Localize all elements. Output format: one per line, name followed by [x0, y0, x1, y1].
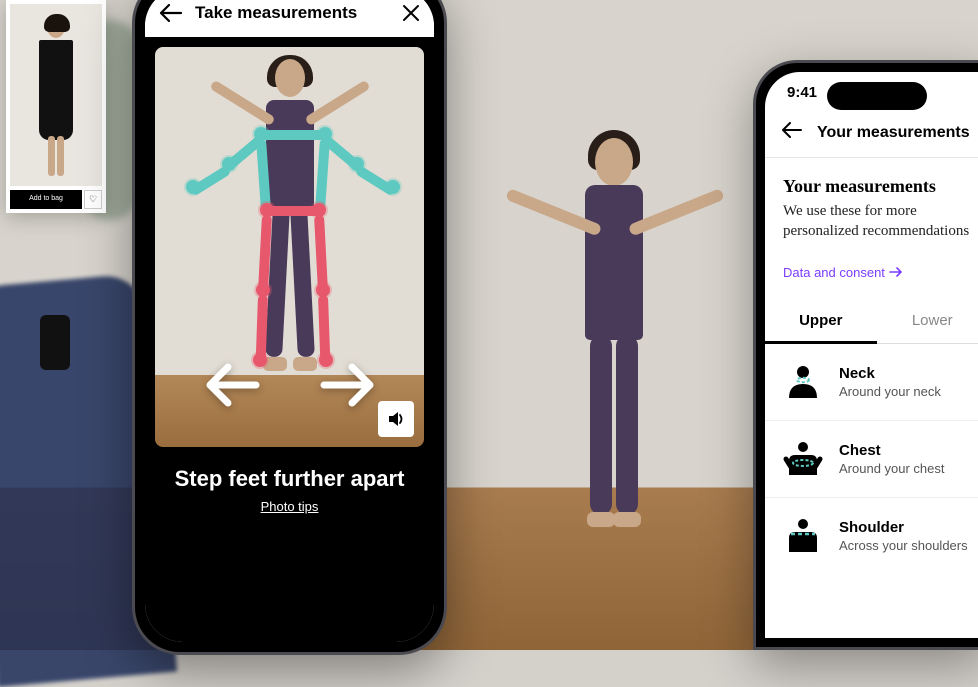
tab-lower[interactable]: Lower — [877, 300, 978, 344]
tab-upper[interactable]: Upper — [765, 300, 877, 344]
arrow-left-icon — [159, 3, 183, 23]
dynamic-island — [827, 82, 927, 110]
right-phone-frame: 9:41 Your measurements Your measurements… — [753, 60, 978, 650]
feet-move-arrows — [204, 363, 376, 407]
arrow-right-icon — [889, 267, 903, 277]
neck-icon — [783, 362, 823, 402]
measurement-desc: Around your neck — [839, 384, 978, 399]
back-button[interactable] — [781, 121, 803, 144]
add-to-bag-button[interactable]: Add to bag — [10, 190, 82, 209]
step-instruction: Step feet further apart — [145, 447, 434, 499]
measurement-title: Chest — [839, 442, 978, 459]
measurement-desc: Across your shoulders — [839, 538, 978, 553]
product-card: Add to bag ♡ — [6, 0, 106, 213]
close-button[interactable] — [402, 4, 420, 22]
arrow-left-icon — [781, 121, 803, 139]
heart-icon: ♡ — [89, 194, 97, 205]
data-consent-link[interactable]: Data and consent — [783, 265, 903, 280]
measurements-subheading: We use these for more personalized recom… — [783, 201, 978, 242]
favorite-button[interactable]: ♡ — [84, 190, 102, 209]
screen-header: Take measurements — [145, 0, 434, 37]
product-image[interactable] — [10, 4, 102, 186]
close-icon — [402, 4, 420, 22]
right-screen-title: Your measurements — [817, 124, 970, 142]
measurement-row-chest[interactable]: Chest Around your chest — [765, 421, 978, 498]
screen-title: Take measurements — [195, 3, 390, 23]
back-button[interactable] — [159, 3, 183, 23]
camera-viewport — [155, 47, 424, 447]
arrow-left-icon — [204, 363, 260, 407]
background-model-figure — [480, 120, 740, 570]
measurement-row-shoulder[interactable]: Shoulder Across your shoulders — [765, 498, 978, 574]
chest-icon — [783, 439, 823, 479]
speaker-icon — [386, 409, 406, 429]
measurements-heading: Your measurements — [783, 176, 978, 197]
consent-link-label: Data and consent — [783, 265, 885, 280]
center-phone-frame: Take measurements — [132, 0, 447, 655]
arrow-right-icon — [320, 363, 376, 407]
measurement-title: Neck — [839, 365, 978, 382]
right-screen-header: Your measurements — [765, 109, 978, 158]
shoulder-icon — [783, 516, 823, 556]
measurement-desc: Around your chest — [839, 461, 978, 476]
photo-tips-link[interactable]: Photo tips — [145, 499, 434, 534]
sound-toggle-button[interactable] — [378, 401, 414, 437]
measurement-row-neck[interactable]: Neck Around your neck — [765, 344, 978, 421]
measurement-title: Shoulder — [839, 519, 978, 536]
